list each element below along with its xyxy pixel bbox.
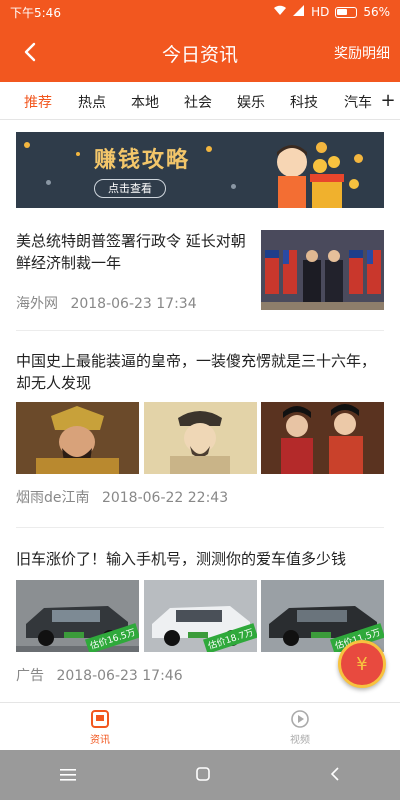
network-label: HD: [311, 5, 330, 19]
news-thumbnail: [144, 402, 257, 474]
nav-video[interactable]: 视频: [270, 709, 330, 746]
coin-decoration: [76, 152, 80, 156]
ad-thumbnail: 估价16.5万: [16, 580, 139, 652]
ad-thumbnail: 估价18.7万: [144, 580, 257, 652]
reward-details-link[interactable]: 奖励明细: [334, 43, 390, 63]
news-time: 2018-06-22 22:43: [101, 490, 229, 506]
app-header: 今日资讯 奖励明细: [0, 24, 400, 82]
plus-icon: +: [380, 90, 396, 111]
tab-hot[interactable]: 热点: [78, 92, 106, 112]
home-icon[interactable]: [196, 766, 210, 785]
yuan-icon: ¥: [356, 653, 368, 675]
ad-label: 广告: [16, 668, 44, 684]
tab-auto[interactable]: 汽车: [344, 92, 372, 112]
tab-tech[interactable]: 科技: [290, 92, 318, 112]
news-title: 美总统特朗普签署行政令 延长对朝鲜经济制裁一年: [16, 232, 246, 272]
nav-news[interactable]: 资讯: [70, 709, 130, 746]
category-tabs: 推荐 热点 本地 社会 娱乐 科技 汽车 +: [0, 82, 400, 120]
banner-view-button[interactable]: 点击查看: [94, 179, 166, 198]
nav-video-label: 视频: [290, 735, 310, 746]
promo-banner[interactable]: 赚钱攻略 点击查看: [16, 132, 384, 208]
battery-icon: [335, 6, 358, 18]
tab-entertainment[interactable]: 娱乐: [237, 92, 265, 112]
news-time: 2018-06-23 17:34: [70, 296, 197, 312]
status-bar: 下午5:46 HD 56%: [0, 0, 400, 24]
nav-news-label: 资讯: [90, 735, 110, 746]
red-envelope-button[interactable]: ¥: [338, 640, 386, 688]
divider: [16, 527, 384, 528]
tab-local[interactable]: 本地: [131, 92, 159, 112]
news-icon: [91, 710, 109, 728]
news-source: 烟雨de江南: [16, 490, 90, 506]
news-title: 中国史上最能装逼的皇帝，一装傻充愣就是三十六年，却无人发现: [16, 352, 377, 392]
coin-decoration: [46, 180, 51, 185]
divider: [16, 330, 384, 331]
status-time: 下午5:46: [10, 5, 61, 20]
coin-decoration: [231, 184, 236, 189]
news-thumbnail: [261, 230, 384, 310]
tab-recommend[interactable]: 推荐: [24, 92, 52, 112]
news-title: 旧车涨价了！输入手机号，测测你的爱车值多少钱: [16, 550, 347, 568]
bottom-nav: 资讯 视频: [0, 702, 400, 750]
signal-icon: [293, 5, 305, 19]
news-time: 2018-06-23 17:46: [56, 668, 183, 684]
more-tabs-button[interactable]: +: [376, 82, 400, 119]
play-icon: [291, 710, 309, 728]
menu-icon[interactable]: [60, 766, 76, 785]
banner-title: 赚钱攻略: [94, 148, 191, 173]
coin-decoration: [24, 142, 30, 148]
money-character-illustration: [277, 145, 359, 208]
back-icon[interactable]: [330, 766, 340, 785]
news-thumbnail: [261, 402, 384, 474]
news-thumbnail: [16, 402, 139, 474]
wifi-icon: [273, 5, 287, 19]
tab-society[interactable]: 社会: [184, 92, 212, 112]
news-source: 海外网: [16, 296, 58, 312]
battery-level: 56%: [363, 5, 390, 19]
system-nav-bar: [0, 750, 400, 800]
coin-decoration: [206, 146, 212, 152]
